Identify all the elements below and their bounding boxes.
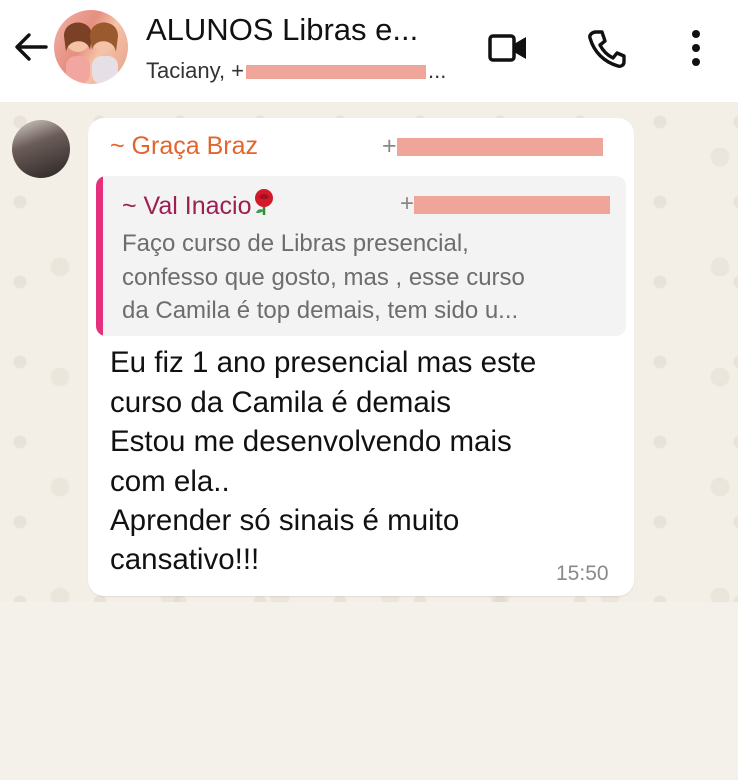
chat-header: ALUNOS Libras e... Taciany, +... xyxy=(0,0,738,102)
message-text-line: Eu fiz 1 ano presencial mas este xyxy=(110,346,537,379)
group-avatar[interactable] xyxy=(54,10,128,84)
sender-phone: + xyxy=(382,132,603,161)
message-text-line: Estou me desenvolvendo mais xyxy=(110,425,512,458)
video-call-icon[interactable] xyxy=(484,24,532,72)
quote-text-line: Faço curso de Libras presencial, xyxy=(122,230,469,257)
sender-phone-prefix: + xyxy=(382,132,397,160)
quote-bar xyxy=(96,176,103,336)
quote-author: ~ Val Inacio xyxy=(122,188,277,221)
quote-text-line: da Camila é top demais, tem sido u... xyxy=(122,297,519,324)
message-time: 15:50 xyxy=(556,562,609,585)
redacted-phone xyxy=(246,65,427,80)
quoted-message[interactable]: ~ Val Inacio + Faço curso de Libras pres… xyxy=(96,176,626,336)
rose-icon xyxy=(255,189,274,215)
quote-author-name: ~ Val Inacio xyxy=(122,192,252,220)
message-text-line: com ela.. xyxy=(110,465,230,498)
message-text-line: curso da Camila é demais xyxy=(110,386,452,419)
chat-subtitle[interactable]: Taciany, +... xyxy=(146,58,446,84)
phone-icon[interactable] xyxy=(582,24,630,72)
redacted-phone xyxy=(414,195,611,214)
subtitle-prefix: Taciany, + xyxy=(146,58,245,83)
message-text-line: Aprender só sinais é muito xyxy=(110,504,460,537)
chat-title[interactable]: ALUNOS Libras e... xyxy=(146,12,418,48)
quote-phone: + xyxy=(400,190,611,218)
quote-phone-prefix: + xyxy=(400,190,415,217)
arrow-left-icon[interactable] xyxy=(12,28,50,66)
subtitle-suffix: ... xyxy=(428,58,447,83)
sender-name[interactable]: ~ Graça Braz xyxy=(110,132,258,161)
sender-avatar[interactable] xyxy=(12,120,70,178)
quote-text-line: confesso que gosto, mas , esse curso xyxy=(122,264,525,291)
message-bubble[interactable]: ~ Graça Braz + ~ Val Inacio + Faço curso… xyxy=(88,118,634,596)
message-text-line: cansativo!!! xyxy=(110,543,260,576)
redacted-phone xyxy=(396,138,603,157)
more-vertical-icon[interactable] xyxy=(672,24,720,72)
